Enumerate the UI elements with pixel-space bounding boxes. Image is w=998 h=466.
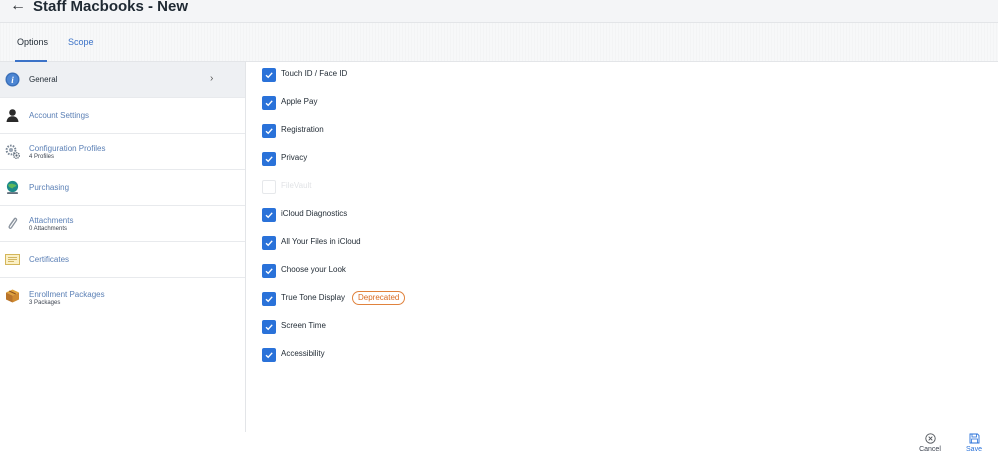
sidebar-item-label: Purchasing bbox=[29, 183, 70, 192]
sidebar-item-purchasing[interactable]: Purchasing bbox=[0, 170, 245, 206]
sidebar-item-attachments[interactable]: Attachments 0 Attachments bbox=[0, 206, 245, 242]
option-label: Registration bbox=[281, 125, 324, 134]
checkbox[interactable] bbox=[262, 320, 276, 334]
checkbox[interactable] bbox=[262, 124, 276, 138]
checkmark-icon bbox=[265, 240, 273, 247]
tab-scope[interactable]: Scope bbox=[68, 37, 94, 47]
sidebar-item-certificates[interactable]: Certificates bbox=[0, 242, 245, 278]
sidebar-item-label: Enrollment Packages bbox=[29, 290, 105, 299]
tab-options[interactable]: Options bbox=[17, 37, 48, 47]
option-label: Screen Time bbox=[281, 321, 326, 330]
checkbox[interactable] bbox=[262, 152, 276, 166]
globe-icon bbox=[6, 180, 19, 194]
sidebar-item-sublabel: 3 Packages bbox=[29, 300, 61, 306]
checkmark-icon bbox=[265, 128, 273, 135]
checkbox[interactable] bbox=[262, 264, 276, 278]
sidebar-item-sublabel: 4 Profiles bbox=[29, 154, 55, 160]
sidebar-item-sublabel: 0 Attachments bbox=[29, 226, 68, 232]
option-label: Privacy bbox=[281, 153, 308, 162]
checkbox[interactable] bbox=[262, 292, 276, 306]
save-icon bbox=[969, 433, 980, 444]
checkmark-icon bbox=[265, 212, 273, 219]
checkbox[interactable] bbox=[262, 208, 276, 222]
option-label: Accessibility bbox=[281, 349, 325, 358]
checkbox[interactable] bbox=[262, 236, 276, 250]
sidebar-item-label: Attachments bbox=[29, 216, 74, 225]
checkmark-icon bbox=[265, 296, 273, 303]
sidebar-item-enrollment-packages[interactable]: Enrollment Packages 3 Packages bbox=[0, 278, 245, 314]
chevron-right-icon: › bbox=[210, 73, 214, 84]
sidebar-item-configuration-profiles[interactable]: Configuration Profiles 4 Profiles bbox=[0, 134, 245, 170]
checkbox[interactable] bbox=[262, 68, 276, 82]
sidebar-item-label: Account Settings bbox=[29, 111, 90, 120]
checkmark-icon bbox=[265, 72, 273, 79]
checkmark-icon bbox=[265, 156, 273, 163]
title-bar: ← Staff Macbooks - New bbox=[0, 0, 998, 23]
gear-icon bbox=[5, 144, 20, 159]
option-label: Apple Pay bbox=[281, 97, 318, 106]
option-label: iCloud Diagnostics bbox=[281, 209, 348, 218]
sidebar-item-general[interactable]: i General › bbox=[0, 62, 245, 98]
option-label: Choose your Look bbox=[281, 265, 346, 274]
sidebar-item-label: General bbox=[29, 75, 58, 84]
checkmark-icon bbox=[265, 324, 273, 331]
tab-bar: Options Scope bbox=[0, 23, 998, 62]
paperclip-icon bbox=[8, 217, 18, 229]
cancel-label: Cancel bbox=[919, 446, 941, 453]
option-label: Touch ID / Face ID bbox=[281, 69, 348, 78]
cancel-circle-icon bbox=[925, 433, 936, 444]
info-icon: i bbox=[5, 72, 20, 87]
save-button[interactable]: Save bbox=[954, 432, 994, 460]
back-arrow-icon[interactable]: ← bbox=[10, 0, 26, 15]
cancel-button[interactable]: Cancel bbox=[910, 432, 950, 460]
option-label: All Your Files in iCloud bbox=[281, 237, 361, 246]
package-icon bbox=[6, 289, 19, 303]
checkmark-icon bbox=[265, 268, 273, 275]
checkbox[interactable] bbox=[262, 96, 276, 110]
user-icon bbox=[6, 109, 19, 122]
option-label: FileVault bbox=[281, 181, 312, 190]
sidebar: i General › Account Settings Configurati… bbox=[0, 62, 246, 432]
sidebar-item-label: Certificates bbox=[29, 255, 70, 264]
checkbox[interactable] bbox=[262, 348, 276, 362]
checkmark-icon bbox=[265, 100, 273, 107]
certificate-icon bbox=[5, 254, 20, 265]
checkbox-disabled bbox=[262, 180, 276, 194]
option-label: True Tone Display bbox=[281, 293, 346, 302]
sidebar-item-account-settings[interactable]: Account Settings bbox=[0, 98, 245, 134]
deprecated-badge: Deprecated bbox=[352, 291, 406, 305]
page-title: Staff Macbooks - New bbox=[33, 0, 189, 15]
save-label: Save bbox=[966, 446, 982, 453]
sidebar-item-label: Configuration Profiles bbox=[29, 144, 106, 153]
checkmark-icon bbox=[265, 352, 273, 359]
